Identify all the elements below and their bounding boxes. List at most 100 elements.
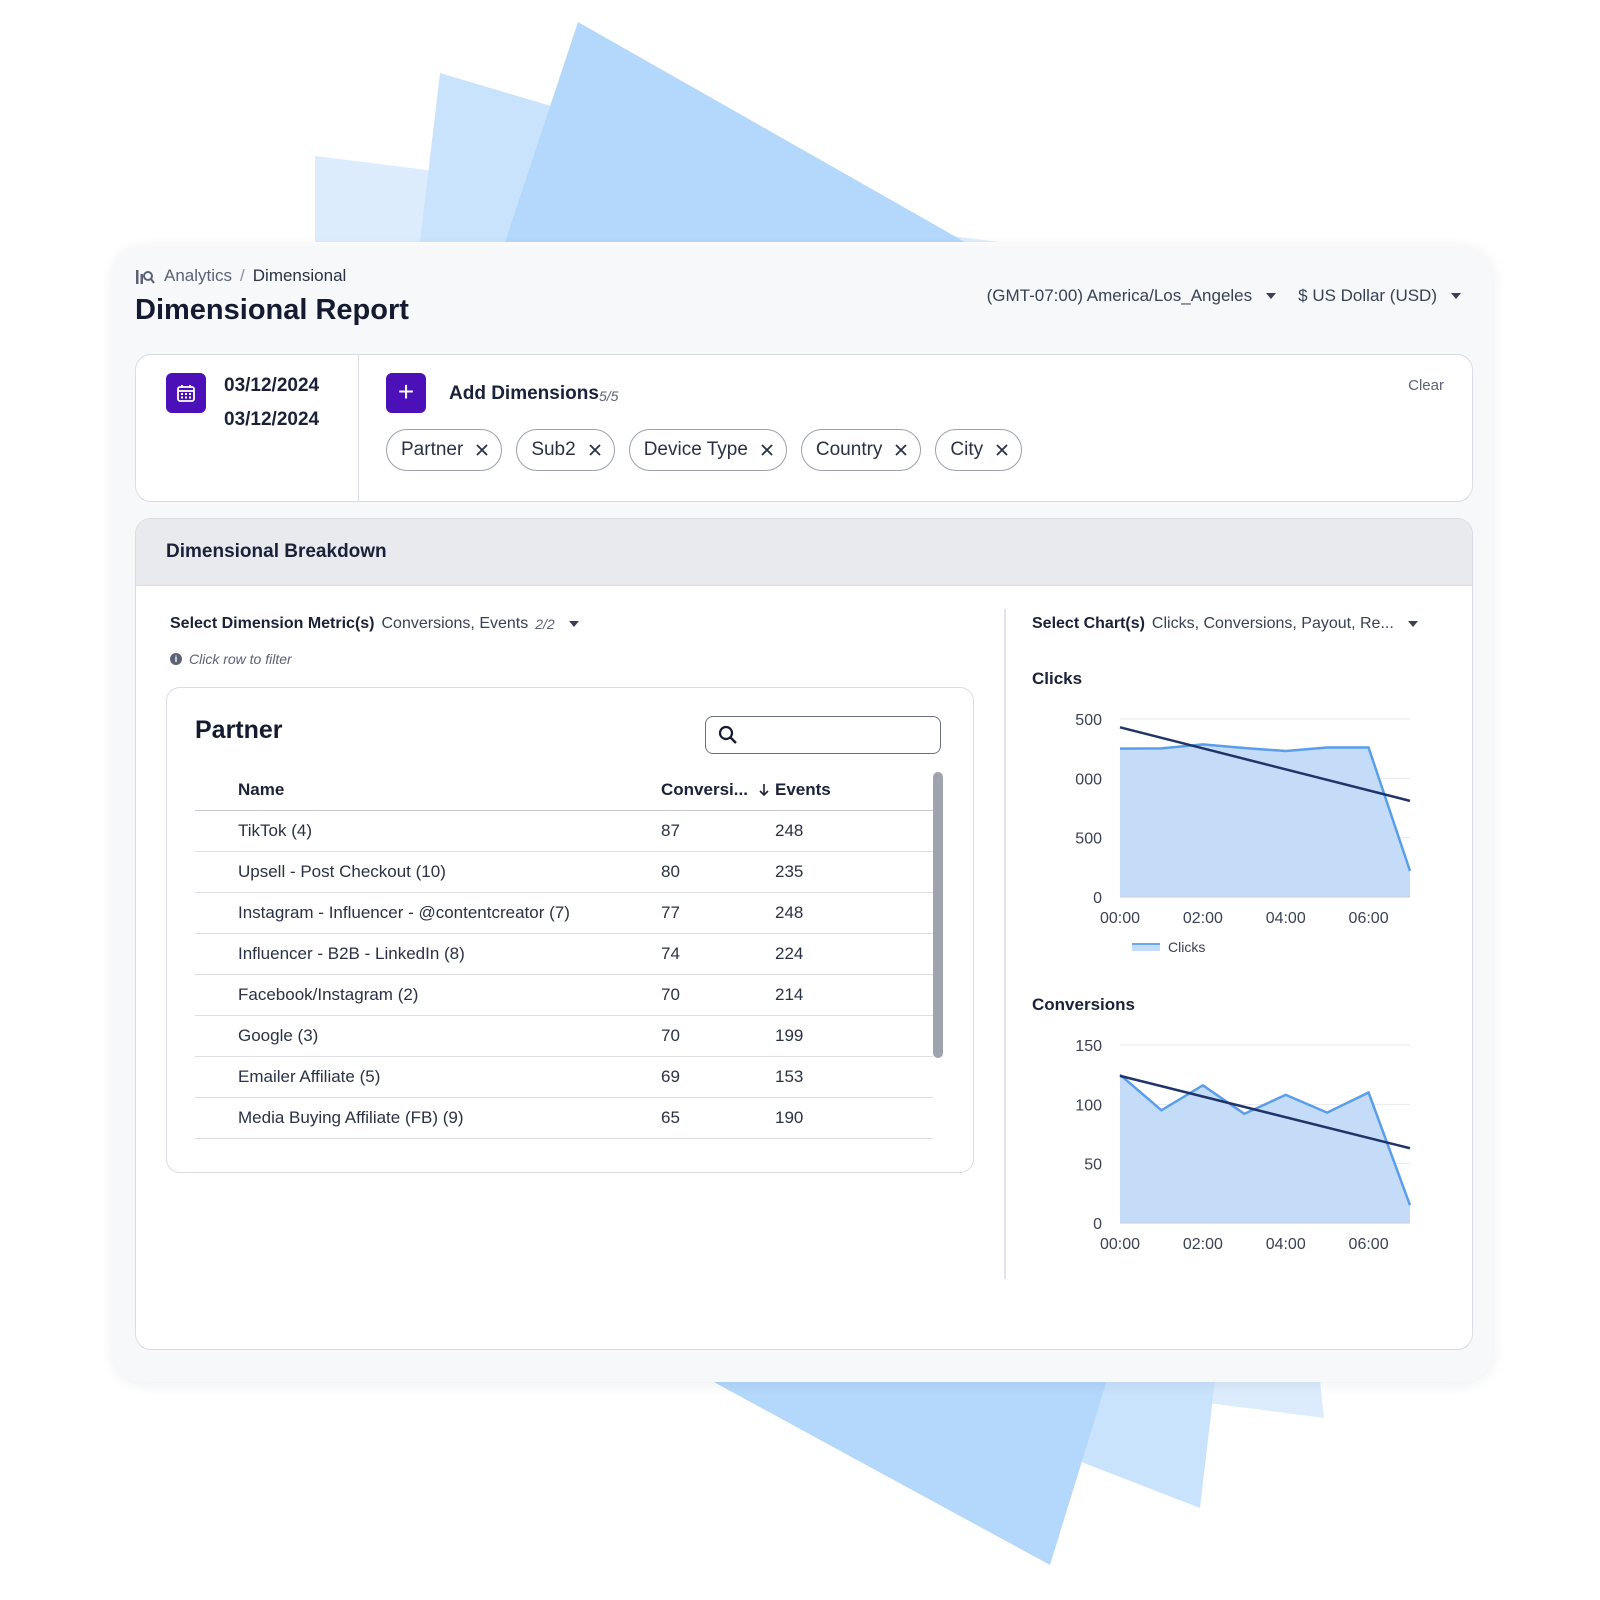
close-icon[interactable] bbox=[588, 443, 602, 457]
search-input[interactable] bbox=[750, 721, 934, 749]
timezone-select[interactable]: (GMT-07:00) America/Los_Angeles bbox=[987, 286, 1277, 306]
start-date[interactable]: 03/12/2024 bbox=[224, 375, 319, 397]
events-value: 235 bbox=[775, 862, 804, 881]
table-row[interactable]: Google (3) 70 199 bbox=[195, 1016, 933, 1057]
y-tick-label: 0 bbox=[1093, 890, 1102, 907]
table-scrollbar[interactable] bbox=[933, 772, 943, 1058]
currency-select[interactable]: $ US Dollar (USD) bbox=[1298, 286, 1461, 306]
close-icon[interactable] bbox=[894, 443, 908, 457]
table-row[interactable]: Upsell - Post Checkout (10) 80 235 bbox=[195, 852, 933, 893]
conversions-value: 77 bbox=[661, 903, 680, 922]
chip-label: Device Type bbox=[643, 439, 748, 460]
date-picker-button[interactable] bbox=[166, 373, 206, 413]
arrow-down-icon bbox=[759, 784, 769, 797]
column-name[interactable]: Name bbox=[195, 780, 661, 800]
x-tick-label: 00:00 bbox=[1100, 1236, 1140, 1253]
table-row[interactable]: TikTok (4) 87 248 bbox=[195, 811, 933, 852]
chart-select[interactable]: Select Chart(s) Clicks, Conversions, Pay… bbox=[1032, 615, 1418, 633]
partner-name: Google (3) bbox=[238, 1026, 319, 1045]
search-box[interactable] bbox=[705, 716, 941, 754]
table-row[interactable]: Emailer Affiliate (5) 69 153 bbox=[195, 1057, 933, 1098]
chip-device-type[interactable]: Device Type bbox=[628, 429, 787, 471]
conversions-value: 70 bbox=[661, 985, 680, 1004]
table-row[interactable]: Facebook/Instagram (2) 70 214 bbox=[195, 975, 933, 1016]
filter-hint-text: Click row to filter bbox=[189, 651, 292, 667]
series-area bbox=[1120, 744, 1410, 897]
filter-hint: i Click row to filter bbox=[170, 651, 292, 667]
close-icon[interactable] bbox=[760, 443, 774, 457]
partner-name: Influencer - B2B - LinkedIn (8) bbox=[238, 944, 465, 963]
events-value: 224 bbox=[775, 944, 804, 963]
chip-partner[interactable]: Partner bbox=[386, 429, 503, 471]
column-events[interactable]: Events bbox=[775, 780, 895, 800]
filter-panel: 03/12/2024 03/12/2024 + Add Dimensions 5… bbox=[135, 354, 1473, 502]
events-value: 199 bbox=[775, 1026, 804, 1045]
conversions-value: 65 bbox=[661, 1108, 680, 1127]
series-area bbox=[1120, 1074, 1410, 1223]
metric-count: 2/2 bbox=[535, 616, 555, 632]
column-conversions-label: Conversi... bbox=[661, 780, 748, 799]
top-selects: (GMT-07:00) America/Los_Angeles $ US Dol… bbox=[987, 286, 1461, 306]
column-conversions[interactable]: Conversi... bbox=[661, 780, 775, 800]
chip-label: Country bbox=[815, 439, 883, 460]
events-value: 248 bbox=[775, 903, 804, 922]
dimension-chips: Partner Sub2 Device Type Country City bbox=[386, 429, 1023, 471]
dimension-count: 5/5 bbox=[599, 388, 619, 404]
partner-name: Upsell - Post Checkout (10) bbox=[238, 862, 446, 881]
date-range: 03/12/2024 03/12/2024 bbox=[136, 355, 359, 501]
y-tick-label: 2,500 bbox=[1076, 831, 1102, 848]
chip-sub2[interactable]: Sub2 bbox=[516, 429, 615, 471]
conversions-value: 70 bbox=[661, 1026, 680, 1045]
report-card: Analytics / Dimensional Dimensional Repo… bbox=[113, 246, 1493, 1382]
y-tick-label: 5,000 bbox=[1076, 771, 1102, 788]
info-icon: i bbox=[170, 653, 182, 665]
add-dimension-button[interactable]: + bbox=[386, 373, 426, 413]
x-tick-label: 02:00 bbox=[1183, 1236, 1223, 1253]
metric-select-label: Select Dimension Metric(s) bbox=[170, 615, 375, 632]
y-tick-label: 50 bbox=[1084, 1157, 1102, 1174]
plus-icon: + bbox=[397, 376, 415, 407]
metric-select[interactable]: Select Dimension Metric(s) Conversions, … bbox=[170, 615, 579, 633]
x-tick-label: 06:00 bbox=[1349, 1236, 1389, 1253]
partner-name: TikTok (4) bbox=[238, 821, 312, 840]
table-row[interactable]: Influencer - B2B - LinkedIn (8) 74 224 bbox=[195, 934, 933, 975]
metric-select-value: Conversions, Events bbox=[381, 615, 529, 632]
conversions-chart: 0 50 100 150 00:00 02:00 04:00 06:00 bbox=[1076, 1038, 1412, 1253]
clicks-legend[interactable]: Clicks bbox=[1132, 939, 1205, 955]
table-header: Name Conversi... Events bbox=[195, 770, 933, 811]
x-tick-label: 04:00 bbox=[1266, 1236, 1306, 1253]
events-value: 248 bbox=[775, 821, 804, 840]
partner-name: Facebook/Instagram (2) bbox=[238, 985, 419, 1004]
conversions-chart-title: Conversions bbox=[1032, 995, 1135, 1014]
x-tick-label: 00:00 bbox=[1100, 910, 1140, 927]
caret-down-icon bbox=[568, 621, 579, 627]
legend-label: Clicks bbox=[1168, 939, 1206, 955]
chip-label: Partner bbox=[401, 439, 464, 460]
breadcrumb-analytics[interactable]: Analytics bbox=[164, 266, 232, 286]
breadcrumb: Analytics / Dimensional bbox=[135, 266, 346, 286]
currency-value: $ US Dollar (USD) bbox=[1298, 286, 1437, 305]
breakdown-title: Dimensional Breakdown bbox=[166, 541, 387, 562]
partner-table: Name Conversi... Events TikTok (4) 87 24… bbox=[195, 770, 933, 1139]
dimensional-breakdown: Dimensional Breakdown Select Dimension M… bbox=[135, 518, 1473, 1350]
table-row[interactable]: Media Buying Affiliate (FB) (9) 65 190 bbox=[195, 1098, 933, 1139]
y-tick-label: 7,500 bbox=[1076, 712, 1102, 729]
chip-city[interactable]: City bbox=[935, 429, 1023, 471]
partner-name: Instagram - Influencer - @contentcreator… bbox=[238, 903, 570, 922]
clicks-chart: 0 2,500 5,000 7,500 00:00 02:00 04:00 06:00 bbox=[1076, 712, 1412, 927]
table-row[interactable]: Instagram - Influencer - @contentcreator… bbox=[195, 893, 933, 934]
close-icon[interactable] bbox=[475, 443, 489, 457]
add-dimensions-label[interactable]: Add Dimensions bbox=[449, 383, 599, 405]
end-date[interactable]: 03/12/2024 bbox=[224, 409, 319, 431]
breadcrumb-separator: / bbox=[240, 266, 245, 285]
close-icon[interactable] bbox=[995, 443, 1009, 457]
conversions-value: 87 bbox=[661, 821, 680, 840]
panel-divider bbox=[1004, 609, 1006, 1279]
partner-title: Partner bbox=[195, 716, 283, 744]
analytics-icon bbox=[136, 270, 155, 284]
conversions-value: 74 bbox=[661, 944, 680, 963]
caret-down-icon bbox=[1266, 293, 1277, 299]
chip-country[interactable]: Country bbox=[800, 429, 922, 471]
events-value: 190 bbox=[775, 1108, 804, 1127]
clear-button[interactable]: Clear bbox=[1408, 377, 1444, 394]
